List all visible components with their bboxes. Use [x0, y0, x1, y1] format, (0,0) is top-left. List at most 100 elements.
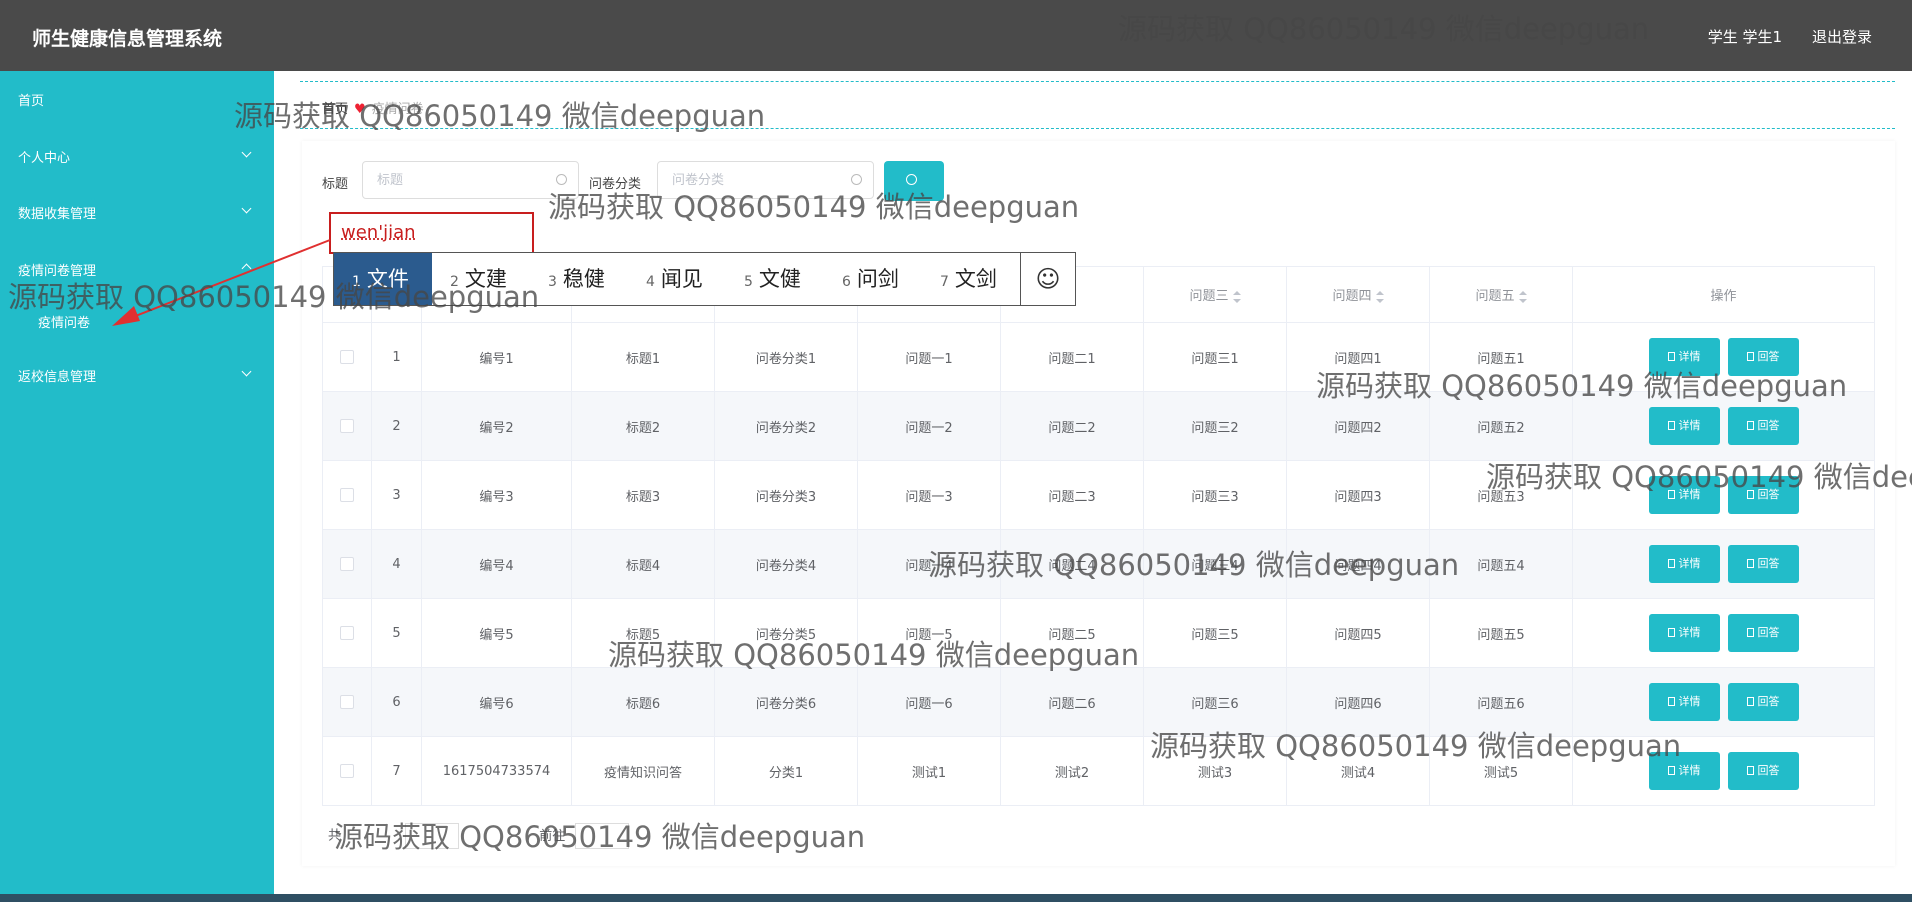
chevron-up-icon	[241, 263, 252, 274]
row-checkbox[interactable]	[340, 350, 354, 364]
table-cell: 问题四5	[1286, 598, 1430, 668]
ime-candidate[interactable]: 5 文健	[726, 253, 801, 305]
table-row: 4 编号4 标题4 问卷分类4 问题一4 问题二4 问题三4 问题四4 问题五4 详情 回答	[322, 529, 1875, 599]
table-cell: 问题五5	[1429, 598, 1573, 668]
detail-label: 详情	[1678, 764, 1701, 777]
sidebar-subitem-questionnaire[interactable]: 疫情问卷	[38, 312, 90, 331]
header-label: 问题四	[1332, 289, 1372, 304]
search-button[interactable]	[884, 161, 944, 201]
detail-button[interactable]: 详情	[1648, 683, 1720, 721]
table-cell: 测试4	[1286, 736, 1430, 806]
detail-button[interactable]: 详情	[1648, 614, 1720, 652]
detail-button[interactable]: 详情	[1648, 338, 1720, 376]
logout-link[interactable]: 退出登录	[1812, 26, 1872, 47]
detail-button[interactable]: 详情	[1648, 545, 1720, 583]
document-icon	[1667, 421, 1675, 430]
sidebar-item-return-school[interactable]: 返校信息管理	[18, 366, 96, 385]
table-cell: 问题三6	[1143, 667, 1287, 737]
row-checkbox[interactable]	[340, 626, 354, 640]
detail-button[interactable]: 详情	[1648, 407, 1720, 445]
header-question-3[interactable]: 问题三	[1143, 266, 1287, 323]
row-checkbox[interactable]	[340, 419, 354, 433]
sort-icon[interactable]	[1375, 290, 1384, 303]
table-cell: 问题二4	[1000, 529, 1144, 599]
category-search-input[interactable]	[657, 161, 874, 199]
row-checkbox[interactable]	[340, 695, 354, 709]
table-cell: 3	[371, 460, 422, 530]
sidebar-item-questionnaire-management[interactable]: 疫情问卷管理	[18, 260, 96, 279]
sidebar-item-home[interactable]: 首页	[18, 90, 44, 109]
row-checkbox[interactable]	[340, 557, 354, 571]
ime-candidate[interactable]: 1 文件	[334, 253, 432, 305]
detail-button[interactable]: 详情	[1648, 752, 1720, 790]
ime-candidate[interactable]: 3 稳健	[530, 253, 605, 305]
title-label: 标题	[322, 177, 349, 192]
document-icon	[1746, 697, 1754, 706]
answer-button[interactable]: 回答	[1727, 752, 1799, 790]
table-cell: 问题一6	[857, 667, 1001, 737]
breadcrumb-home[interactable]: 首页	[322, 102, 348, 117]
header-question-4[interactable]: 问题四	[1286, 266, 1430, 323]
table-cell: 测试5	[1429, 736, 1573, 806]
detail-label: 详情	[1678, 557, 1701, 570]
detail-label: 详情	[1678, 695, 1701, 708]
row-checkbox[interactable]	[340, 764, 354, 778]
table-cell: 问题一2	[857, 391, 1001, 461]
sort-icon[interactable]	[1518, 290, 1527, 303]
table-cell: 2	[371, 391, 422, 461]
emoji-icon[interactable]: ☺	[1020, 253, 1075, 305]
document-icon	[1667, 766, 1675, 775]
answer-button[interactable]: 回答	[1727, 476, 1799, 514]
table-cell: 问题五6	[1429, 667, 1573, 737]
sidebar-item-personal-center[interactable]: 个人中心	[18, 147, 70, 166]
row-select-cell	[322, 529, 372, 599]
table-cell: 问题五4	[1429, 529, 1573, 599]
table-cell: 问卷分类5	[714, 598, 858, 668]
row-checkbox[interactable]	[340, 488, 354, 502]
table-cell: 问题四2	[1286, 391, 1430, 461]
table-cell: 疫情知识问答	[571, 736, 715, 806]
table-row: 7 1617504733574 疫情知识问答 分类1 测试1 测试2 测试3 测试4 测试5 详情…	[322, 736, 1875, 806]
row-select-cell	[322, 460, 372, 530]
header-question-5[interactable]: 问题五	[1429, 266, 1573, 323]
row-actions: 详情 回答	[1572, 322, 1875, 392]
answer-button[interactable]: 回答	[1727, 614, 1799, 652]
candidate-text: 文件	[366, 267, 409, 291]
row-actions: 详情 回答	[1572, 736, 1875, 806]
table-cell: 5	[371, 598, 422, 668]
ime-composition-box: wen'jian	[329, 212, 534, 254]
sidebar-item-data-collection[interactable]: 数据收集管理	[18, 203, 96, 222]
table-cell: 标题1	[571, 322, 715, 392]
candidate-number: 1	[352, 274, 361, 290]
document-icon	[1667, 352, 1675, 361]
page-jump-input[interactable]	[575, 823, 630, 849]
candidate-text: 闻见	[660, 267, 703, 291]
table-cell: 问题五1	[1429, 322, 1573, 392]
ime-candidate[interactable]: 4 闻见	[628, 253, 703, 305]
answer-button[interactable]: 回答	[1727, 545, 1799, 583]
header-actions: 操作	[1572, 266, 1875, 323]
category-label: 问卷分类	[589, 177, 642, 192]
table-cell: 问题一4	[857, 529, 1001, 599]
table-cell: 编号3	[421, 460, 572, 530]
ime-candidate[interactable]: 7 文剑	[922, 253, 997, 305]
table-cell: 问卷分类3	[714, 460, 858, 530]
detail-button[interactable]: 详情	[1648, 476, 1720, 514]
candidate-text: 文健	[758, 267, 801, 291]
title-search-input[interactable]	[362, 161, 579, 199]
answer-button[interactable]: 回答	[1727, 407, 1799, 445]
table-cell: 问题二6	[1000, 667, 1144, 737]
candidate-text: 文建	[464, 267, 507, 291]
sort-icon[interactable]	[1232, 290, 1241, 303]
table-cell: 1617504733574	[421, 736, 572, 806]
page-size-select[interactable]	[405, 823, 460, 849]
answer-button[interactable]: 回答	[1727, 683, 1799, 721]
table-row: 3 编号3 标题3 问卷分类3 问题一3 问题二3 问题三3 问题四3 问题五3 详情 回答	[322, 460, 1875, 530]
ime-candidate[interactable]: 6 问剑	[824, 253, 899, 305]
table-cell: 6	[371, 667, 422, 737]
ime-candidate[interactable]: 2 文建	[432, 253, 507, 305]
table-cell: 问题二1	[1000, 322, 1144, 392]
current-user: 学生 学生1	[1707, 28, 1782, 46]
table-cell: 问题三3	[1143, 460, 1287, 530]
answer-button[interactable]: 回答	[1727, 338, 1799, 376]
